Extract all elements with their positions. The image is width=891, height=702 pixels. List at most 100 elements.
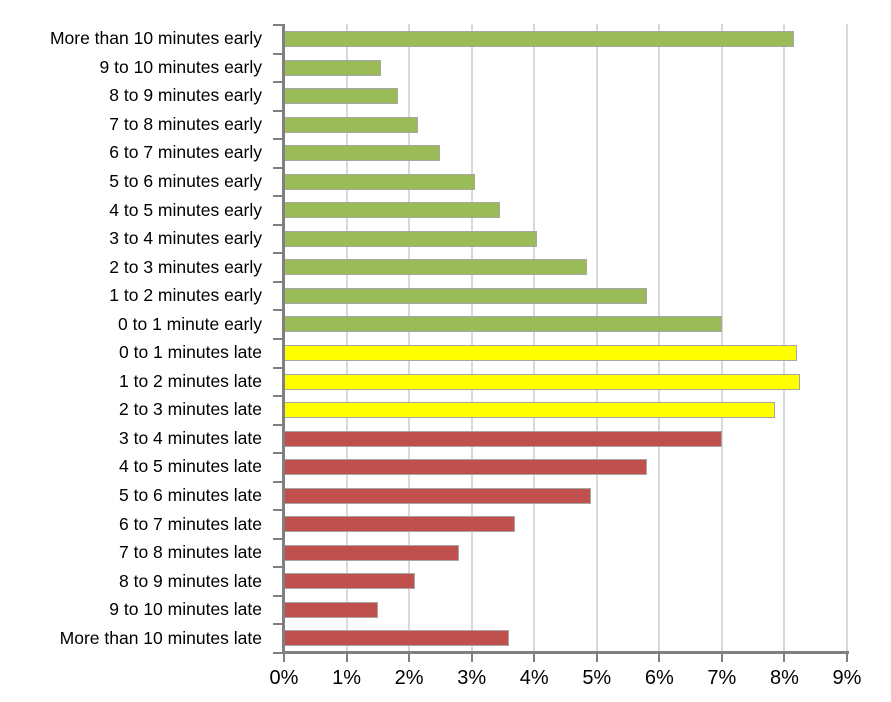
x-axis-tick (783, 654, 786, 662)
y-axis-tick (273, 52, 283, 55)
x-axis-tick-label: 3% (457, 667, 487, 689)
bar-row (284, 53, 847, 82)
bar-row (284, 138, 847, 167)
bar-row (284, 509, 847, 538)
y-axis-tick-label: 7 to 8 minutes early (109, 113, 262, 134)
bar[interactable] (284, 516, 516, 533)
x-axis-tick-label: 2% (394, 667, 424, 689)
y-axis-tick (273, 594, 283, 597)
x-axis-tick-label: 5% (582, 667, 612, 689)
y-axis-tick (273, 138, 283, 141)
y-axis-tick-label: 3 to 4 minutes early (109, 228, 262, 249)
y-axis-tick (273, 195, 283, 198)
bar[interactable] (284, 373, 801, 390)
bar[interactable] (284, 259, 588, 276)
y-axis-tick (273, 24, 283, 26)
bar[interactable] (284, 230, 538, 247)
y-axis-tick-label: More than 10 minutes early (49, 28, 262, 49)
bar[interactable] (284, 573, 416, 590)
y-axis-tick-label: 6 to 7 minutes late (119, 513, 262, 534)
bar-row (284, 81, 847, 110)
bar-row (284, 452, 847, 481)
y-axis-tick-label: 2 to 3 minutes early (109, 256, 262, 277)
plot-area (284, 24, 848, 652)
bar-chart: More than 10 minutes early 9 to 10 minute… (0, 0, 891, 702)
x-axis-tick (345, 654, 348, 662)
bar[interactable] (284, 116, 419, 133)
y-axis-tick (273, 652, 283, 654)
y-axis-tick (273, 537, 283, 540)
bar[interactable] (284, 202, 500, 219)
y-axis-tick (273, 309, 283, 312)
bar[interactable] (284, 145, 441, 162)
bar-row (284, 110, 847, 139)
x-axis-tick-label: 8% (769, 667, 799, 689)
bar-row (284, 367, 847, 396)
bar-row (284, 224, 847, 253)
x-axis-tick (533, 654, 536, 662)
bar-row (284, 252, 847, 281)
x-axis-tick (408, 654, 411, 662)
bar[interactable] (284, 59, 381, 76)
y-axis-tick-label: 2 to 3 minutes late (119, 399, 262, 420)
bar[interactable] (284, 31, 794, 47)
y-axis-tick-label: 6 to 7 minutes early (109, 142, 262, 163)
bar[interactable] (284, 430, 722, 447)
y-axis-tick (273, 338, 283, 340)
y-axis-tick-label: 0 to 1 minute early (118, 313, 262, 334)
bar-row (284, 338, 847, 367)
y-axis-tick-label: More than 10 minutes late (59, 627, 262, 648)
bar[interactable] (284, 173, 475, 190)
bar[interactable] (284, 544, 460, 561)
y-axis-tick-label: 0 to 1 minutes late (119, 342, 262, 363)
y-axis-tick-label: 7 to 8 minutes late (119, 542, 262, 563)
x-axis-tick (658, 654, 661, 662)
x-axis-tick (283, 654, 285, 662)
y-axis-tick (273, 109, 283, 112)
x-axis-tick-label: 4% (519, 667, 549, 689)
bar[interactable] (284, 88, 399, 105)
bar[interactable] (284, 316, 722, 333)
bar[interactable] (284, 402, 776, 419)
y-axis-tick (273, 280, 283, 283)
x-axis-tick (470, 654, 473, 662)
x-axis-tick (846, 654, 848, 662)
y-axis-tick (273, 395, 283, 398)
y-axis-tick-label: 5 to 6 minutes early (109, 171, 262, 191)
y-axis-tick (273, 480, 283, 483)
x-axis-tick-label: 1% (332, 667, 361, 689)
x-axis-tick-label: 6% (644, 667, 674, 689)
y-axis-tick (273, 452, 283, 455)
x-axis-tick-label: 0% (269, 667, 299, 689)
bar-row (284, 395, 847, 424)
y-axis-tick (273, 423, 283, 426)
bar[interactable] (284, 601, 378, 618)
y-axis-tick (273, 623, 283, 626)
y-axis-tick-label: 1 to 2 minutes early (109, 285, 262, 306)
bar-row (284, 309, 847, 338)
x-axis-tick (720, 654, 723, 662)
bar-row (284, 566, 847, 595)
x-axis-tick-label: 9% (832, 667, 862, 689)
bar-row (284, 424, 847, 453)
bar-row (284, 481, 847, 510)
bar-row (284, 595, 847, 624)
bar[interactable] (284, 630, 510, 647)
bar[interactable] (284, 459, 647, 476)
bar-row (284, 623, 847, 652)
y-axis-tick (273, 81, 283, 84)
y-axis-tick-label: 4 to 5 minutes early (109, 199, 262, 220)
bar[interactable] (284, 487, 591, 504)
y-axis-tick (273, 252, 283, 255)
bar[interactable] (284, 345, 797, 361)
bar-row (284, 167, 847, 196)
bar[interactable] (284, 287, 647, 304)
x-axis-tick-label: 7% (707, 667, 737, 689)
bar-row (284, 195, 847, 224)
y-axis-tick-label: 1 to 2 minutes late (119, 370, 262, 391)
y-axis-tick (273, 223, 283, 226)
y-axis-tick-label: 4 to 5 minutes late (119, 456, 262, 477)
y-axis-tick (273, 166, 283, 169)
bar-row (284, 24, 847, 53)
x-axis-line (282, 651, 849, 654)
